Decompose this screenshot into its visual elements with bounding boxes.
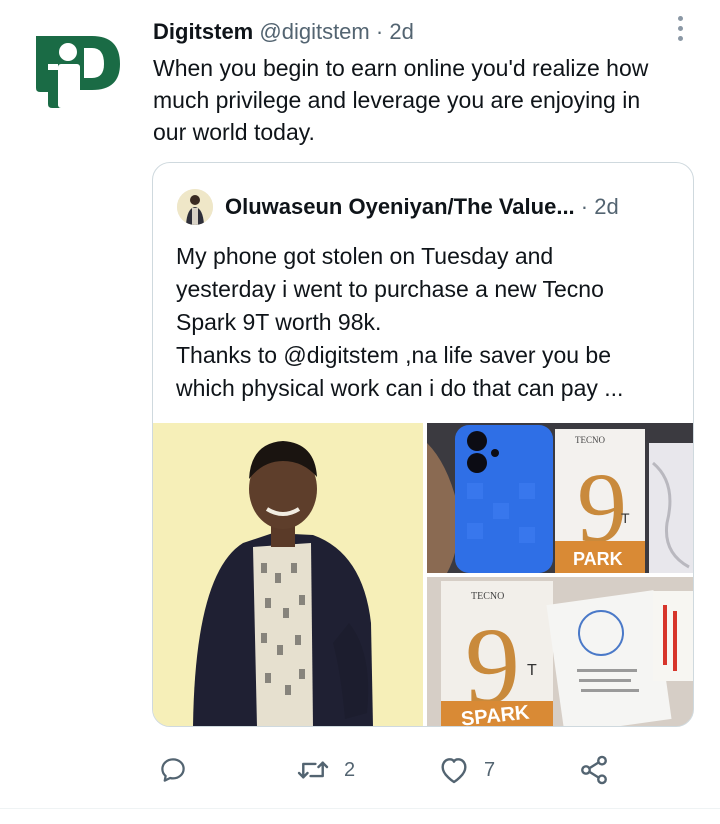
separator-dot: · <box>375 19 384 44</box>
quoted-author-avatar[interactable] <box>177 189 213 225</box>
box-brand-text: TECNO <box>575 435 605 445</box>
author-avatar[interactable] <box>28 26 128 112</box>
quoted-author-name[interactable]: Oluwaseun Oyeniyan/The Value... <box>225 194 575 219</box>
box-model-suffix: T <box>621 510 630 526</box>
author-name[interactable]: Digitstem <box>153 19 253 44</box>
retweet-icon <box>297 761 329 779</box>
action-bar: 2 7 <box>0 752 720 792</box>
reply-icon <box>161 758 185 782</box>
tweet-header: Digitstem @digitstem · 2d <box>153 18 414 46</box>
quoted-header: Oluwaseun Oyeniyan/The Value... · 2d <box>225 193 619 221</box>
more-icon <box>672 16 688 41</box>
quoted-text: My phone got stolen on Tuesday and yeste… <box>176 243 624 401</box>
photo-person[interactable] <box>153 423 423 726</box>
quoted-separator-dot: · <box>580 194 589 219</box>
like-button[interactable]: 7 <box>438 752 495 788</box>
share-icon <box>581 755 607 785</box>
like-icon <box>441 758 467 784</box>
share-button[interactable] <box>578 752 610 788</box>
reply-button[interactable] <box>158 752 202 788</box>
divider <box>0 808 720 809</box>
retweet-button[interactable]: 2 <box>296 752 355 788</box>
tweet-text: When you begin to earn online you'd real… <box>153 55 649 145</box>
quoted-time[interactable]: 2d <box>594 194 618 219</box>
box-model-name-top: PARK <box>573 549 623 569</box>
media-grid: TECNO 9 T PARK TECNO 9 T SPARK <box>153 423 693 726</box>
box2-brand-text: TECNO <box>471 591 504 602</box>
more-button[interactable] <box>672 16 688 46</box>
photo-receipt[interactable]: TECNO 9 T SPARK <box>427 577 693 726</box>
tweet-time[interactable]: 2d <box>389 19 413 44</box>
like-count: 7 <box>484 758 496 781</box>
author-handle[interactable]: @digitstem <box>259 19 369 44</box>
retweet-count: 2 <box>344 758 356 781</box>
quoted-tweet[interactable]: Oluwaseun Oyeniyan/The Value... · 2d My … <box>152 162 694 727</box>
logo-icon <box>36 36 120 108</box>
box2-model-suffix: T <box>527 662 537 679</box>
photo-phone[interactable]: TECNO 9 T PARK <box>427 423 693 573</box>
